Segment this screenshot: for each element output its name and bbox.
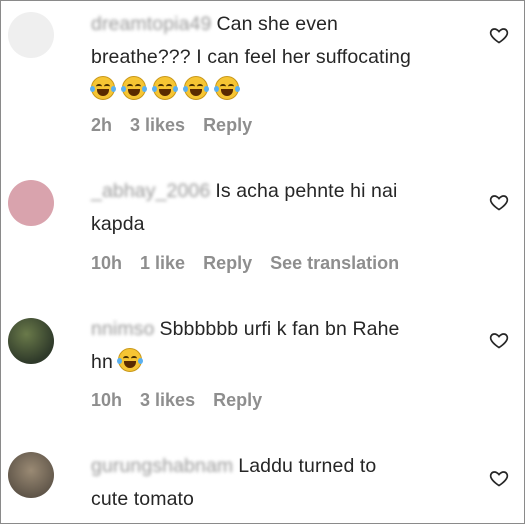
comment-line-1: Laddu turned to [238,455,377,477]
likes-count[interactable]: 3 likes [130,115,185,135]
face-with-tears-of-joy-icon [117,348,144,372]
username[interactable]: _abhay_2006 [91,180,210,202]
comment-text: nnimso Sbbbbbb urfi k fan bn Rahe hn [91,313,471,379]
avatar[interactable] [8,180,54,226]
comment-line-2: hn [91,351,113,373]
comment-line-2: kapda [91,213,145,235]
comment-meta: 2h 3 likes Reply [91,115,270,136]
comment-text: _abhay_2006 Is acha pehnte hi nai kapda [91,175,471,241]
comment-line-1: Is acha pehnte hi nai [215,180,398,202]
emoji-row [90,76,246,101]
heart-outline-icon[interactable] [489,330,509,350]
avatar[interactable] [8,452,54,498]
heart-outline-icon[interactable] [489,468,509,488]
avatar[interactable] [8,318,54,364]
likes-count[interactable]: 3 likes [140,390,195,410]
face-with-tears-of-joy-icon [152,76,178,100]
username[interactable]: nnimso [91,318,154,340]
heart-outline-icon[interactable] [489,192,509,212]
face-with-tears-of-joy-icon [90,76,116,100]
avatar[interactable] [8,12,54,58]
face-with-tears-of-joy-icon [121,76,147,100]
reply-button[interactable]: Reply [213,390,262,410]
timestamp: 2h [91,115,113,135]
comment-text: gurungshabnam Laddu turned to cute tomato [91,450,471,516]
timestamp: 10h [91,253,123,273]
comment-line-2: breathe??? I can feel her suffocating [91,46,411,68]
comment-meta: 10h 3 likes Reply [91,390,280,411]
reply-button[interactable]: Reply [203,253,252,273]
see-translation-button[interactable]: See translation [270,253,399,273]
comment-meta: 10h 1 like Reply See translation [91,253,417,274]
username[interactable]: gurungshabnam [91,455,233,477]
face-with-tears-of-joy-icon [183,76,209,100]
comment-text: dreamtopia49 Can she even breathe??? I ca… [90,8,471,107]
comment-line-1: Sbbbbbb urfi k fan bn Rahe [159,318,400,340]
comment-line-1: Can she even [216,13,338,35]
likes-count[interactable]: 1 like [140,253,185,273]
face-with-tears-of-joy-icon [214,76,240,100]
username[interactable]: dreamtopia49 [91,13,211,35]
comment-line-2: cute tomato [91,488,194,510]
reply-button[interactable]: Reply [203,115,252,135]
timestamp: 10h [91,390,123,410]
heart-outline-icon[interactable] [489,25,509,45]
